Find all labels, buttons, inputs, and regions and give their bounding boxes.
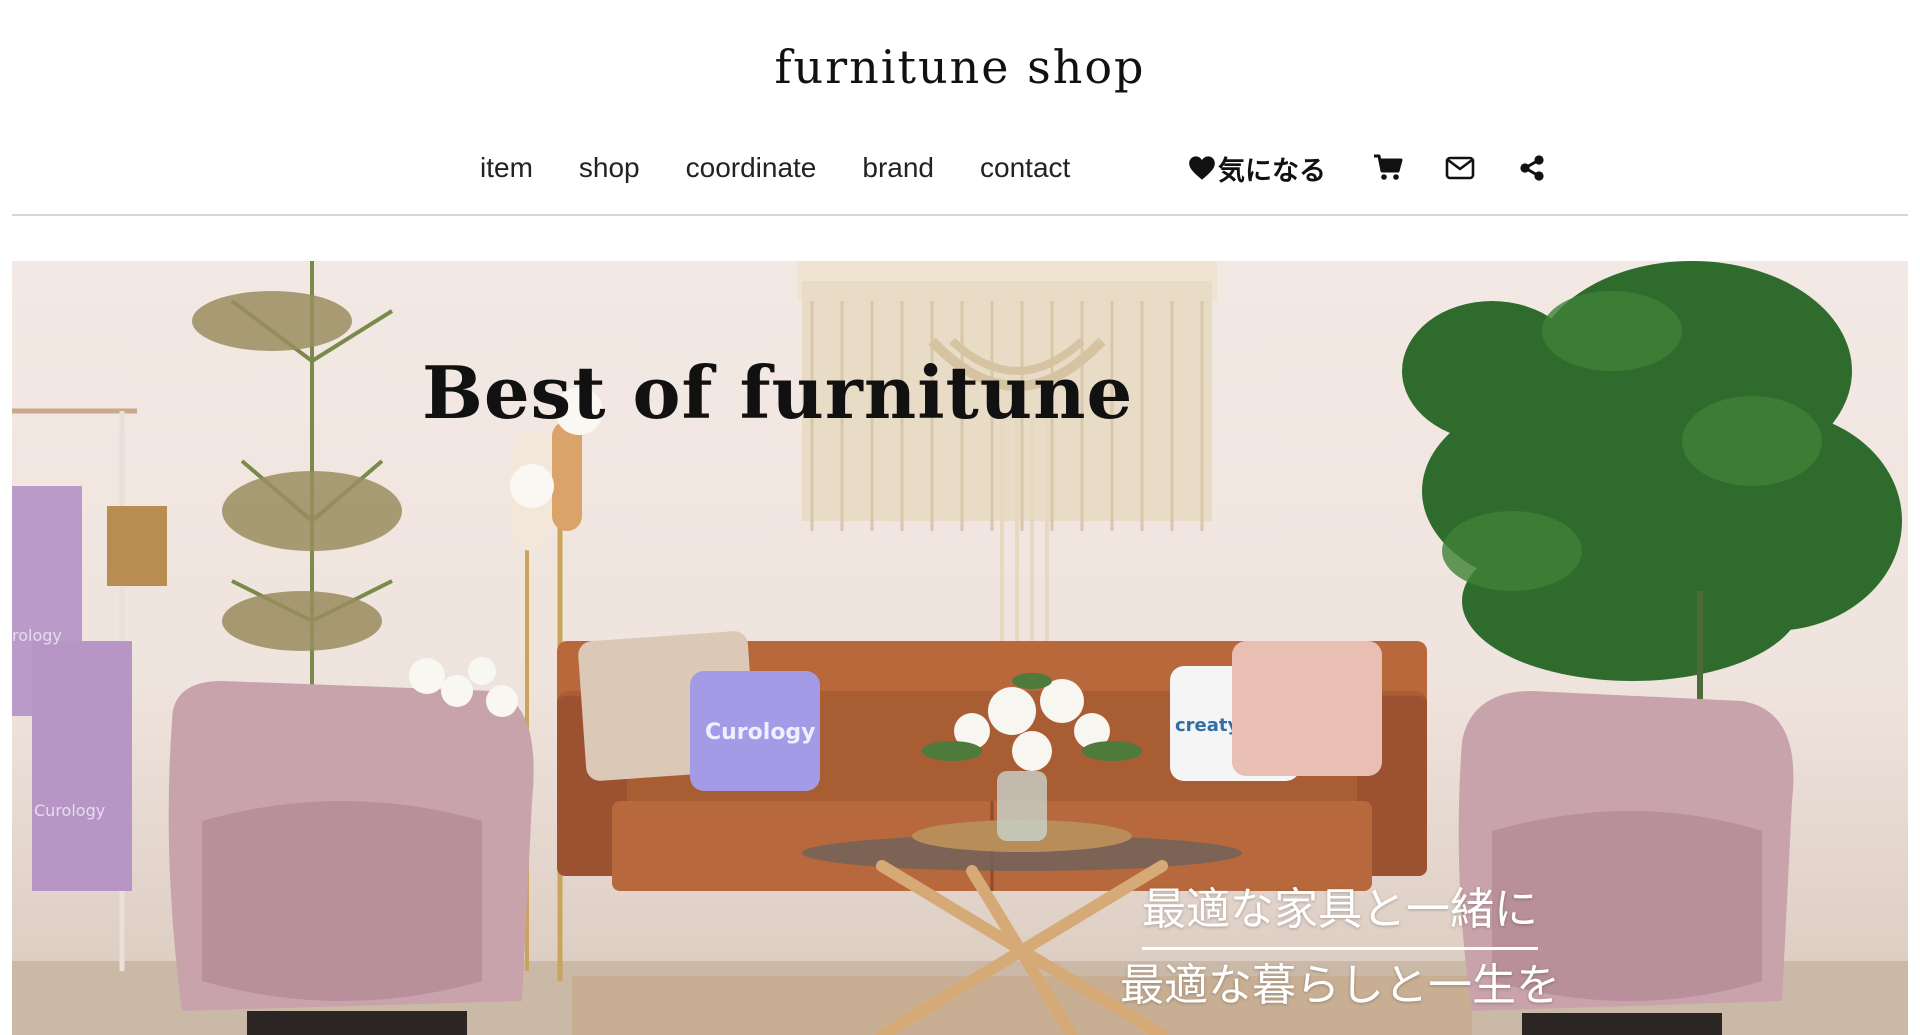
cart-icon <box>1374 154 1403 180</box>
nav-coordinate[interactable]: coordinate <box>686 152 817 184</box>
site-header: furnitune shop item shop coordinate bran… <box>0 0 1920 216</box>
nav-item[interactable]: item <box>480 152 533 184</box>
nav-brand[interactable]: brand <box>862 152 934 184</box>
nav-tools: 気になる <box>1188 148 1588 188</box>
site-title[interactable]: furnitune shop <box>0 40 1920 94</box>
tagline-line-1: 最適な家具と一緒に <box>1142 884 1538 950</box>
hero-banner: rology Curology Curology Best of furnitu… <box>12 261 1908 1035</box>
nav-shop[interactable]: shop <box>579 152 640 184</box>
share-icon <box>1520 155 1544 181</box>
nav-contact[interactable]: contact <box>980 152 1070 184</box>
main-nav: item shop coordinate brand contact <box>480 148 1116 188</box>
favorites-label: 気になる <box>1218 155 1326 186</box>
tagline-line-2: 最適な暮らしと一生を <box>1120 959 1560 1011</box>
share-button[interactable] <box>1516 152 1548 184</box>
pillow-brand-text: Curology <box>705 720 816 745</box>
hero-heading: Best of furnitune <box>422 350 1134 435</box>
favorites-link[interactable]: 気になる <box>1188 149 1326 188</box>
towel-brand-text-2: Curology <box>34 801 105 820</box>
cart-button[interactable] <box>1372 152 1404 184</box>
heart-icon <box>1189 156 1215 180</box>
header-divider <box>12 214 1908 216</box>
mail-icon <box>1445 156 1475 180</box>
mail-button[interactable] <box>1444 152 1476 184</box>
towel-brand-text: rology <box>12 626 62 645</box>
hero-tagline: 最適な家具と一緒に 最適な暮らしと一生を <box>1080 884 1600 1013</box>
